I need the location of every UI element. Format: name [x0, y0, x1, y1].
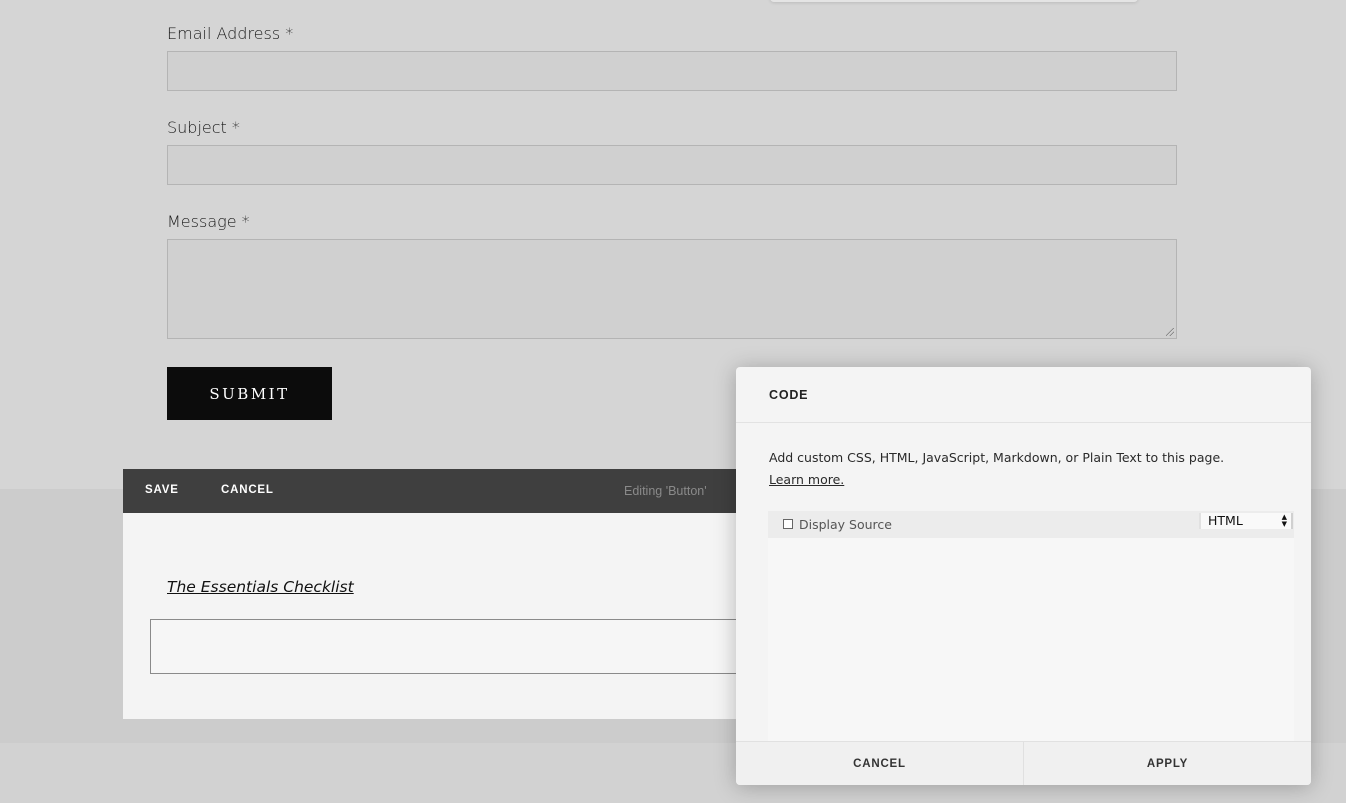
code-editor-header: Display Source HTML ▲ ▼: [768, 511, 1294, 538]
language-select-value: HTML: [1208, 513, 1243, 528]
essentials-checklist-link[interactable]: The Essentials Checklist: [167, 578, 354, 596]
resize-grip-icon[interactable]: [1166, 328, 1174, 336]
learn-more-link[interactable]: Learn more.: [769, 472, 844, 487]
dialog-description: Add custom CSS, HTML, JavaScript, Markdo…: [769, 450, 1225, 465]
subject-label: Subject *: [167, 118, 240, 137]
subject-field[interactable]: [167, 145, 1177, 185]
dialog-apply-button[interactable]: APPLY: [1024, 742, 1311, 785]
cancel-edit-button[interactable]: CANCEL: [221, 484, 274, 496]
dialog-title: CODE: [769, 388, 809, 402]
save-button[interactable]: SAVE: [145, 484, 179, 496]
display-source-label[interactable]: Display Source: [799, 517, 892, 532]
top-popover-edge: [770, 0, 1138, 2]
block-editor-panel: The Essentials Checklist: [123, 513, 740, 719]
code-block-dialog: CODE Add custom CSS, HTML, JavaScript, M…: [736, 367, 1311, 785]
email-label: Email Address *: [167, 24, 294, 43]
dialog-footer: CANCEL APPLY: [736, 741, 1311, 785]
display-source-checkbox[interactable]: [783, 519, 793, 529]
submit-button[interactable]: SUBMIT: [167, 367, 332, 420]
dialog-description-block: Add custom CSS, HTML, JavaScript, Markdo…: [769, 447, 1289, 491]
language-select[interactable]: HTML ▲ ▼: [1199, 513, 1293, 529]
message-label: Message *: [167, 212, 250, 231]
email-field[interactable]: [167, 51, 1177, 91]
dialog-divider: [736, 422, 1311, 423]
message-field[interactable]: [167, 239, 1177, 339]
button-block-placeholder[interactable]: [150, 619, 740, 674]
editing-status: Editing 'Button': [624, 484, 707, 498]
select-arrows-icon: ▲ ▼: [1281, 513, 1287, 528]
editor-toolbar: SAVE CANCEL Editing 'Button': [123, 469, 736, 513]
dialog-cancel-button[interactable]: CANCEL: [736, 742, 1023, 785]
code-editor-textarea[interactable]: [768, 538, 1294, 741]
